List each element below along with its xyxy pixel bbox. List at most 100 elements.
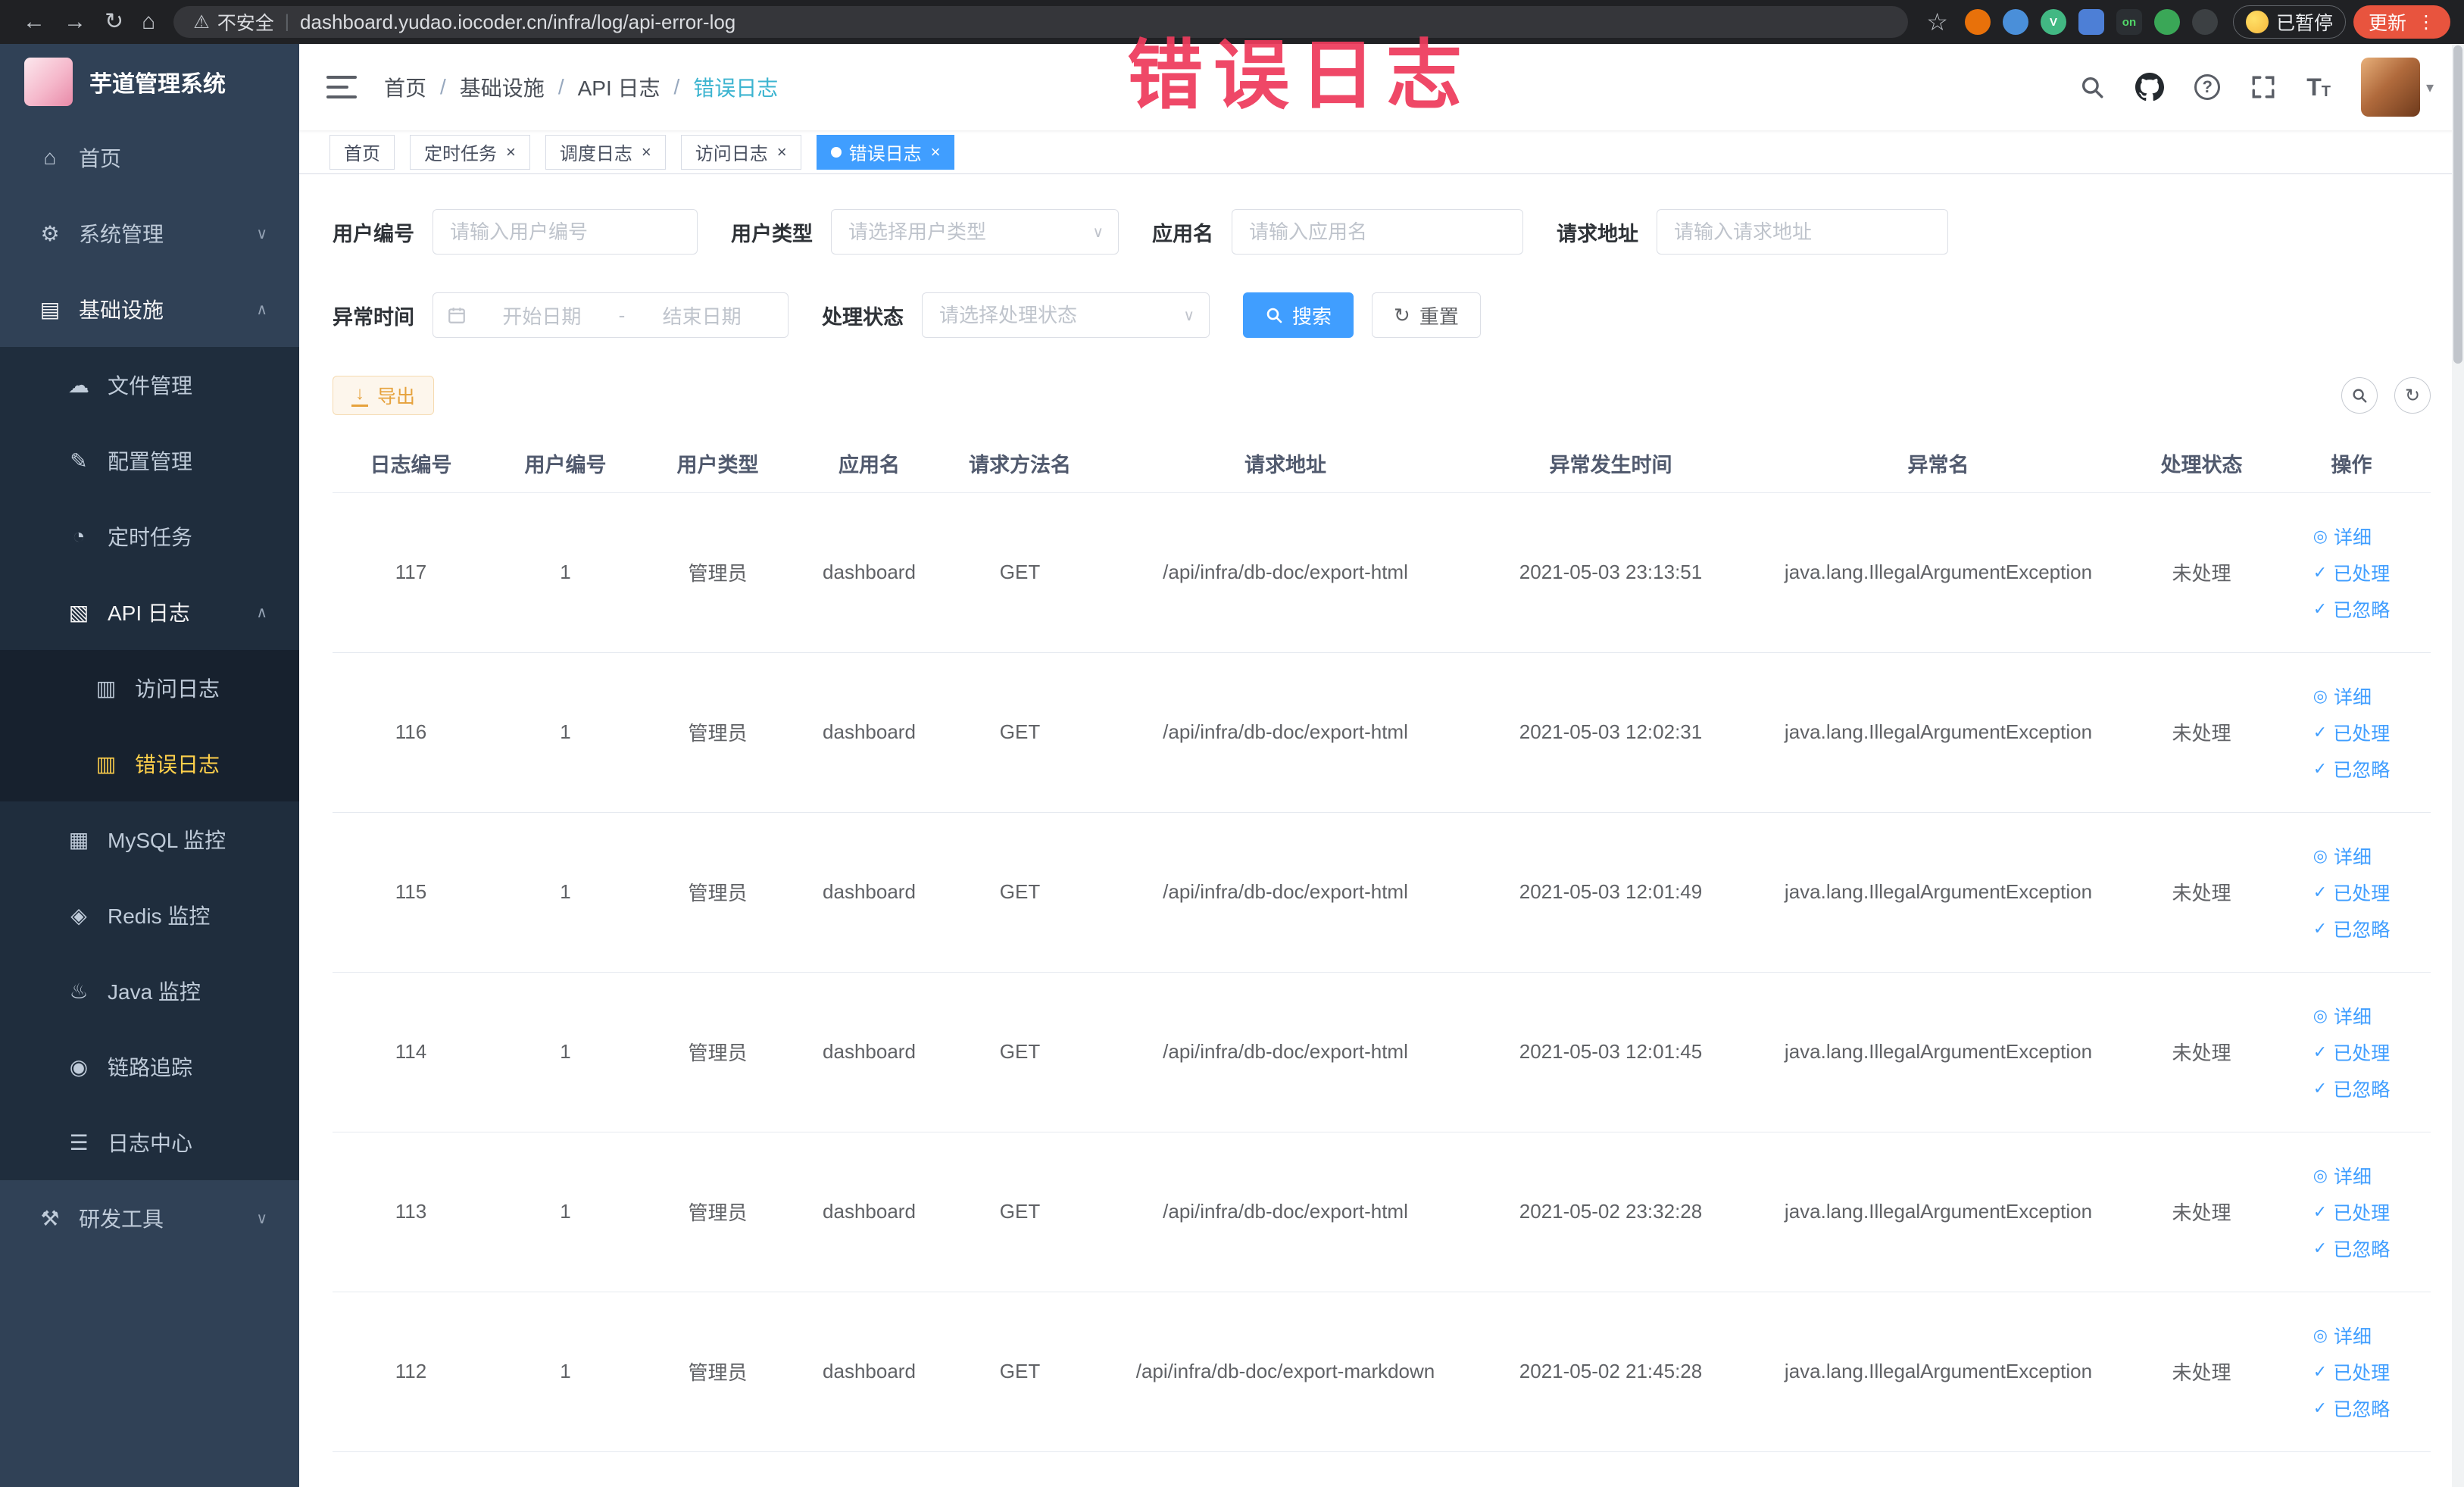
process-status-select[interactable]	[922, 292, 1210, 338]
mark-ignored-link[interactable]: ✓ 已忽略	[2313, 1075, 2390, 1102]
action-label: 详细	[2333, 686, 2372, 708]
tab-job-log[interactable]: 调度日志 ×	[545, 134, 666, 170]
mark-processed-link[interactable]: ✓ 已处理	[2313, 559, 2390, 586]
close-icon[interactable]: ×	[506, 142, 516, 162]
switch-on-icon[interactable]: on	[2116, 9, 2142, 35]
column-header: 用户类型	[642, 435, 794, 493]
sidebar-item-scheduled-tasks[interactable]: ◔ 定时任务	[0, 498, 299, 574]
app-logo[interactable]: 芋道管理系统	[0, 44, 299, 120]
tab-timed-task[interactable]: 定时任务 ×	[410, 134, 530, 170]
export-button[interactable]: ↓ 导出	[333, 376, 435, 415]
refresh-table-button[interactable]: ↻	[2394, 377, 2431, 414]
active-tab-dot	[830, 146, 842, 158]
java-icon: ♨	[69, 979, 89, 1003]
sidebar-item-java-monitor[interactable]: ♨ Java 监控	[0, 953, 299, 1029]
user-menu[interactable]: ▾	[2360, 58, 2434, 117]
sidebar-item-error-log[interactable]: ▥ 错误日志	[0, 726, 299, 801]
detail-link[interactable]: ◎ 详细	[2313, 523, 2372, 550]
action-label: 已处理	[2333, 1042, 2391, 1064]
extension-paw-icon[interactable]	[2191, 9, 2218, 35]
search-button[interactable]: 搜索	[1243, 292, 1354, 338]
cell-user-type: 管理员	[642, 492, 794, 653]
user-type-select[interactable]	[831, 209, 1119, 255]
sidebar-item-config-management[interactable]: ✎ 配置管理	[0, 423, 299, 498]
extension-grid-icon[interactable]	[2078, 9, 2104, 35]
reload-icon[interactable]: ↻	[95, 11, 133, 33]
browser-home-icon[interactable]: ⌂	[133, 11, 164, 33]
extension-dot-icon[interactable]	[1964, 9, 1991, 35]
reset-button-label: 重置	[1419, 305, 1459, 328]
table-header-row: 日志编号 用户编号 用户类型 应用名 请求方法名 请求地址 异常发生时间 异常名 处理状态 操作	[333, 435, 2431, 493]
column-header: 异常发生时间	[1476, 435, 1746, 493]
sidebar-item-system-management[interactable]: ⚙ 系统管理 ∨	[0, 195, 299, 271]
action-label: 已处理	[2333, 1202, 2391, 1224]
back-icon[interactable]: ←	[14, 11, 55, 33]
app-name-input[interactable]	[1232, 209, 1523, 255]
detail-link[interactable]: ◎ 详细	[2313, 1002, 2372, 1029]
sidebar-item-dev-tools[interactable]: ⚒ 研发工具 ∨	[0, 1180, 299, 1256]
profile-paused-button[interactable]: 已暂停	[2232, 5, 2346, 39]
mark-processed-link[interactable]: ✓ 已处理	[2313, 1039, 2390, 1066]
forward-icon[interactable]: →	[55, 11, 95, 33]
extension-leaf-icon[interactable]	[2153, 9, 2180, 35]
address-bar[interactable]: ⚠ 不安全 | dashboard.yudao.iocoder.cn/infra…	[173, 6, 1909, 38]
breadcrumb-api-logs[interactable]: API 日志	[578, 72, 661, 102]
header-actions: ? TT ▾	[2079, 58, 2464, 117]
mark-processed-link[interactable]: ✓ 已处理	[2313, 1198, 2390, 1226]
search-icon[interactable]	[2079, 74, 2105, 100]
browser-update-button[interactable]: 更新 ⋮	[2353, 5, 2450, 39]
detail-link[interactable]: ◎ 详细	[2313, 683, 2372, 710]
vue-devtools-icon[interactable]: V	[2040, 9, 2066, 35]
close-icon[interactable]: ×	[642, 142, 651, 162]
sidebar-item-trace[interactable]: ◉ 链路追踪	[0, 1029, 299, 1104]
cell-time: 2021-05-03 12:01:45	[1476, 972, 1746, 1132]
end-date-placeholder[interactable]: 结束日期	[629, 301, 774, 330]
chevron-down-icon: ▾	[2425, 79, 2434, 96]
tab-home[interactable]: 首页	[329, 134, 395, 170]
detail-link[interactable]: ◎ 详细	[2313, 842, 2372, 870]
tab-access-log[interactable]: 访问日志 ×	[680, 134, 801, 170]
font-size-icon[interactable]: TT	[2306, 75, 2331, 99]
fullscreen-icon[interactable]	[2250, 74, 2276, 100]
sidebar-item-access-log[interactable]: ▥ 访问日志	[0, 650, 299, 726]
sidebar-item-log-center[interactable]: ☰ 日志中心	[0, 1104, 299, 1180]
start-date-placeholder[interactable]: 开始日期	[470, 301, 614, 330]
reset-button[interactable]: ↻ 重置	[1372, 292, 1481, 338]
cell-time: 2021-05-02 21:45:28	[1476, 1292, 1746, 1452]
extension-drop-icon[interactable]	[2002, 9, 2028, 35]
mark-processed-link[interactable]: ✓ 已处理	[2313, 1358, 2390, 1385]
cell-user-id: 1	[489, 1292, 642, 1452]
detail-link[interactable]: ◎ 详细	[2313, 1162, 2372, 1189]
sidebar-item-mysql-monitor[interactable]: ▦ MySQL 监控	[0, 801, 299, 877]
mark-processed-link[interactable]: ✓ 已处理	[2313, 719, 2390, 746]
mark-ignored-link[interactable]: ✓ 已忽略	[2313, 1235, 2390, 1262]
hamburger-icon[interactable]	[326, 76, 357, 98]
sidebar-item-redis-monitor[interactable]: ◈ Redis 监控	[0, 877, 299, 953]
mark-ignored-link[interactable]: ✓ 已忽略	[2313, 755, 2390, 783]
tab-error-log[interactable]: 错误日志 ×	[816, 134, 955, 170]
mark-ignored-link[interactable]: ✓ 已忽略	[2313, 1395, 2390, 1422]
browser-menu-icon[interactable]: ⋮	[2417, 11, 2435, 33]
user-id-input[interactable]	[433, 209, 698, 255]
sidebar-item-api-logs[interactable]: ▧ API 日志 ∧	[0, 574, 299, 650]
mark-processed-link[interactable]: ✓ 已处理	[2313, 879, 2390, 906]
toggle-search-button[interactable]	[2341, 377, 2378, 414]
close-icon[interactable]: ×	[931, 142, 941, 162]
bookmark-star-icon[interactable]: ☆	[1917, 10, 1957, 34]
scrollbar[interactable]	[2452, 44, 2464, 1487]
scrollbar-thumb[interactable]	[2453, 45, 2462, 364]
breadcrumb-infrastructure[interactable]: 基础设施	[460, 72, 545, 102]
sidebar-item-infrastructure[interactable]: ▤ 基础设施 ∧	[0, 271, 299, 347]
detail-link[interactable]: ◎ 详细	[2313, 1322, 2372, 1349]
breadcrumb-home[interactable]: 首页	[384, 72, 426, 102]
mark-ignored-link[interactable]: ✓ 已忽略	[2313, 595, 2390, 623]
date-range-picker[interactable]: 开始日期 - 结束日期	[433, 292, 789, 338]
github-icon[interactable]	[2135, 73, 2165, 102]
mark-ignored-link[interactable]: ✓ 已忽略	[2313, 915, 2390, 942]
close-icon[interactable]: ×	[777, 142, 787, 162]
sidebar-item-file-management[interactable]: ☁ 文件管理	[0, 347, 299, 423]
sidebar-item-home[interactable]: ⌂ 首页	[0, 120, 299, 195]
table-row: 113 1 管理员 dashboard GET/api/infra/db-doc/exp…	[333, 1132, 2431, 1292]
help-icon[interactable]: ?	[2194, 74, 2221, 100]
request-url-input[interactable]	[1657, 209, 1948, 255]
